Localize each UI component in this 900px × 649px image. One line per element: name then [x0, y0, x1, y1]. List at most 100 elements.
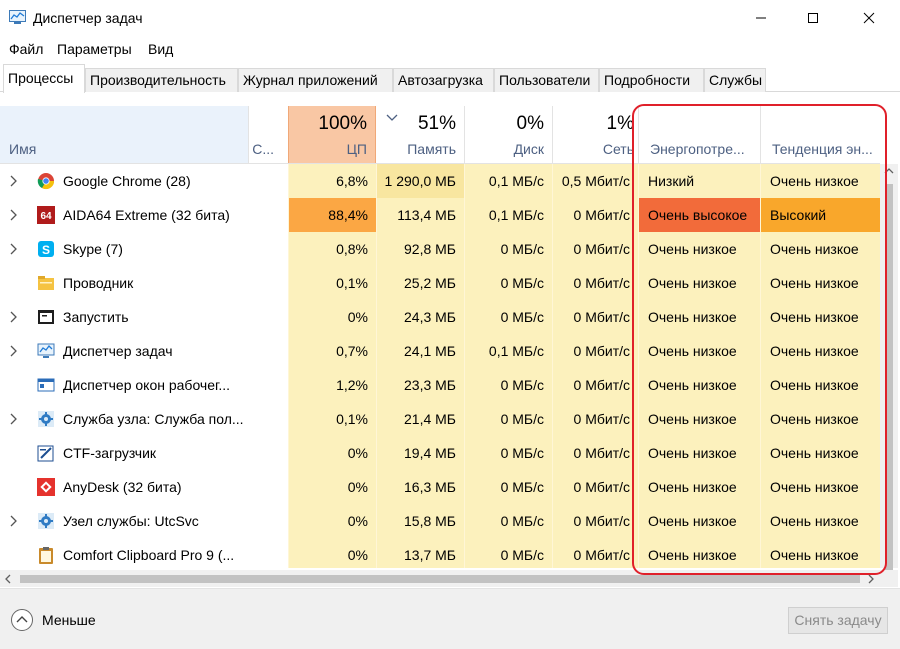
cpu-total-percent: 100% — [318, 113, 367, 134]
expand-chevron-icon[interactable] — [10, 232, 22, 266]
cell-power: Очень низкое — [638, 232, 760, 266]
tab-app-history[interactable]: Журнал приложений — [238, 68, 393, 92]
cell-mem: 15,8 МБ — [376, 504, 464, 538]
dwm-icon — [37, 378, 55, 392]
cell-trend: Очень низкое — [760, 436, 880, 470]
menu-view[interactable]: Вид — [148, 41, 173, 57]
tab-startup[interactable]: Автозагрузка — [393, 68, 494, 92]
vertical-scroll-thumb[interactable] — [885, 184, 893, 572]
cell-net: 0,5 Мбит/с — [552, 164, 638, 198]
table-row[interactable]: Диспетчер задач 0,7% 24,1 МБ 0,1 МБ/с 0 Мбит… — [0, 334, 880, 368]
header-divider — [464, 106, 465, 163]
cell-mem: 25,2 МБ — [376, 266, 464, 300]
col-header-power[interactable]: Энергопотре... — [638, 106, 760, 163]
col-header-cpu[interactable]: 100% ЦП — [288, 106, 376, 163]
process-name: Skype (7) — [63, 241, 123, 257]
col-header-status[interactable]: С... — [248, 106, 288, 163]
table-row[interactable]: Comfort Clipboard Pro 9 (... 0% 13,7 МБ 0 М… — [0, 538, 880, 568]
table-row[interactable]: CTF-загрузчик 0% 19,4 МБ 0 МБ/с 0 Мбит/с Очен… — [0, 436, 880, 470]
tab-bar: Процессы Производительность Журнал прило… — [0, 64, 900, 93]
table-row[interactable]: Диспетчер окон рабочег... 1,2% 23,3 МБ 0 МБ… — [0, 368, 880, 402]
table-row[interactable]: Узел службы: UtcSvc 0% 15,8 МБ 0 МБ/с 0 Мбит… — [0, 504, 880, 538]
maximize-button[interactable] — [790, 0, 836, 36]
process-name: Узел службы: UtcSvc — [63, 513, 199, 529]
network-total-percent: 1% — [606, 113, 634, 134]
cell-disk: 0 МБ/с — [464, 436, 552, 470]
table-row[interactable]: Проводник 0,1% 25,2 МБ 0 МБ/с 0 Мбит/с Очень … — [0, 266, 880, 300]
cell-mem: 19,4 МБ — [376, 436, 464, 470]
tab-details[interactable]: Подробности — [599, 68, 704, 92]
expand-chevron-icon[interactable] — [10, 402, 22, 436]
fewer-details-label[interactable]: Меньше — [42, 612, 96, 628]
cell-power: Очень низкое — [638, 300, 760, 334]
chevron-up-icon — [16, 616, 28, 623]
cell-trend: Очень низкое — [760, 368, 880, 402]
expand-chevron-icon[interactable] — [10, 198, 22, 232]
vertical-scrollbar[interactable] — [880, 164, 898, 572]
cell-trend: Очень низкое — [760, 164, 880, 198]
expand-chevron-icon[interactable] — [10, 504, 22, 538]
menu-options[interactable]: Параметры — [57, 41, 132, 57]
table-row[interactable]: Служба узла: Служба пол... 0,1% 21,4 МБ 0 М… — [0, 402, 880, 436]
cell-net: 0 Мбит/с — [552, 470, 638, 504]
process-name: Запустить — [63, 309, 129, 325]
col-header-network[interactable]: 1% Сеть — [552, 106, 638, 163]
service-host-icon — [38, 513, 54, 529]
tab-performance[interactable]: Производительность — [85, 68, 238, 92]
process-name: Comfort Clipboard Pro 9 (... — [63, 547, 235, 563]
cell-power: Очень низкое — [638, 538, 760, 568]
menu-file[interactable]: Файл — [9, 41, 43, 57]
col-header-name[interactable]: Имя — [0, 106, 248, 163]
close-button[interactable] — [846, 0, 892, 36]
expand-chevron-icon[interactable] — [10, 334, 22, 368]
scroll-up-icon[interactable] — [884, 168, 894, 174]
expand-chevron-icon[interactable] — [10, 300, 22, 334]
scroll-right-icon[interactable] — [868, 574, 874, 584]
cell-mem: 92,8 МБ — [376, 232, 464, 266]
col-header-memory[interactable]: 51% Память — [376, 106, 464, 163]
scroll-left-icon[interactable] — [5, 574, 11, 584]
clipboard-icon — [39, 547, 53, 564]
cell-mem: 1 290,0 МБ — [376, 164, 464, 198]
col-header-power-trend[interactable]: Тенденция эн... — [760, 106, 880, 163]
column-header-row: Имя С... 100% ЦП 51% Память 0% Диск 1% С… — [0, 106, 880, 164]
tab-users[interactable]: Пользователи — [494, 68, 599, 92]
cell-cpu: 0,1% — [288, 266, 376, 300]
cell-cpu: 0% — [288, 436, 376, 470]
minimize-button[interactable] — [738, 0, 784, 36]
cell-power: Очень низкое — [638, 470, 760, 504]
title-bar: Диспетчер задач — [0, 0, 900, 36]
tab-processes[interactable]: Процессы — [3, 64, 85, 93]
header-divider — [638, 106, 639, 163]
table-row[interactable]: 64 AIDA64 Extreme (32 бита) 88,4% 113,4 МБ 0… — [0, 198, 880, 232]
cell-trend: Очень низкое — [760, 334, 880, 368]
horizontal-scroll-thumb[interactable] — [20, 575, 860, 583]
cell-disk: 0 МБ/с — [464, 470, 552, 504]
table-row[interactable]: S Skype (7) 0,8% 92,8 МБ 0 МБ/с 0 Мбит/с Очень… — [0, 232, 880, 266]
svg-text:S: S — [42, 243, 50, 257]
horizontal-scrollbar[interactable] — [0, 570, 880, 587]
cell-net: 0 Мбит/с — [552, 300, 638, 334]
cell-net: 0 Мбит/с — [552, 436, 638, 470]
cell-power: Очень низкое — [638, 368, 760, 402]
header-divider — [552, 106, 553, 163]
table-row[interactable]: AnyDesk (32 бита) 0% 16,3 МБ 0 МБ/с 0 Мбит/с… — [0, 470, 880, 504]
fewer-details-button[interactable] — [11, 609, 33, 631]
table-row[interactable]: Google Chrome (28) 6,8% 1 290,0 МБ 0,1 МБ/с… — [0, 164, 880, 198]
cell-disk: 0 МБ/с — [464, 402, 552, 436]
process-name: Диспетчер задач — [63, 343, 173, 359]
end-task-button[interactable]: Снять задачу — [788, 607, 888, 634]
cell-cpu: 88,4% — [288, 198, 376, 232]
window-title: Диспетчер задач — [33, 10, 143, 26]
cell-trend: Очень низкое — [760, 402, 880, 436]
expand-chevron-icon[interactable] — [10, 164, 22, 198]
table-row[interactable]: Запустить 0% 24,3 МБ 0 МБ/с 0 Мбит/с Очень ни… — [0, 300, 880, 334]
tab-services[interactable]: Службы — [704, 68, 766, 92]
cell-trend: Очень низкое — [760, 232, 880, 266]
disk-total-percent: 0% — [516, 113, 544, 134]
cell-cpu: 0% — [288, 470, 376, 504]
cell-net: 0 Мбит/с — [552, 504, 638, 538]
col-header-disk[interactable]: 0% Диск — [464, 106, 552, 163]
cell-cpu: 0,8% — [288, 232, 376, 266]
cell-power: Очень низкое — [638, 266, 760, 300]
